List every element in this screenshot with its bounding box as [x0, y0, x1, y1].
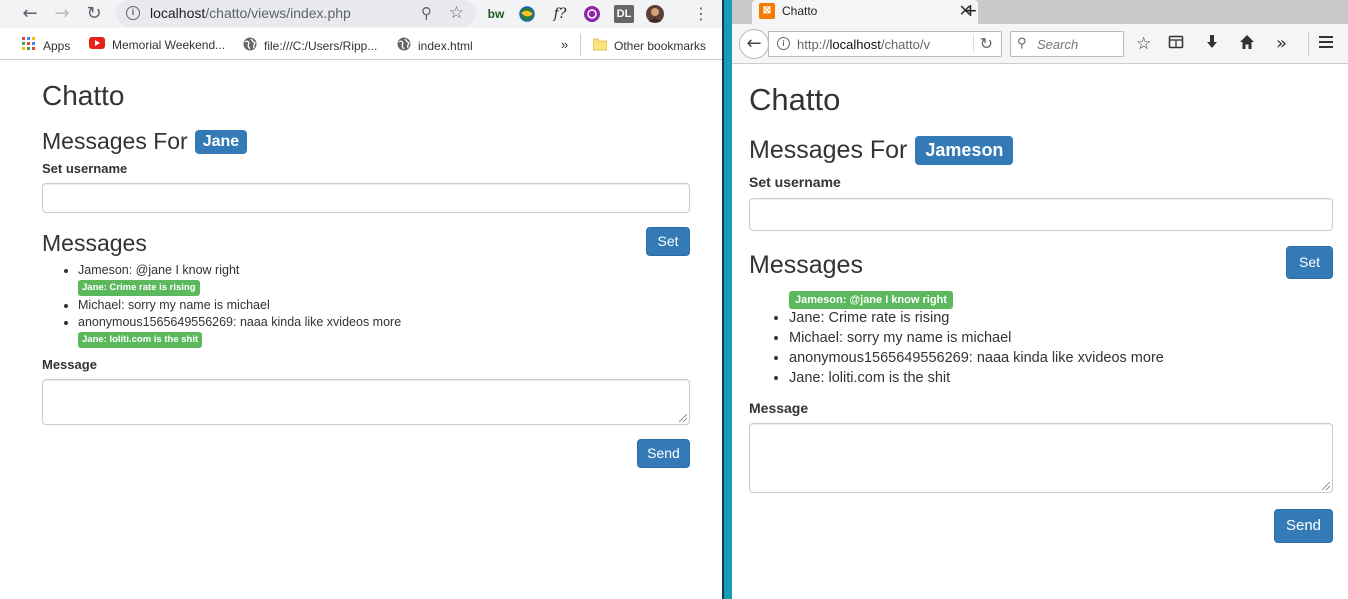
bookmark-other-bookmarks[interactable]: Other bookmarks — [592, 37, 707, 54]
messages-for-heading: Messages For Jameson — [749, 136, 1014, 165]
send-button[interactable]: Send — [637, 439, 690, 468]
list-item: Michael: sorry my name is michael — [78, 297, 678, 314]
url-text[interactable]: http://localhost/chatto/v — [797, 37, 943, 52]
reading-list-icon[interactable] — [1168, 34, 1184, 55]
list-item: Jane: Crime rate is rising — [789, 308, 1329, 328]
set-button[interactable]: Set — [646, 227, 690, 256]
resize-handle-icon[interactable] — [1322, 482, 1330, 490]
menu-kebab-icon[interactable]: ⋮ — [689, 2, 713, 26]
set-username-label: Set username — [42, 161, 128, 176]
search-icon: ⚲ — [1017, 36, 1027, 51]
bookmark-star-icon[interactable]: ☆ — [1136, 34, 1151, 54]
forward-arrow-icon[interactable]: → — [50, 2, 74, 26]
username-input[interactable] — [749, 198, 1333, 231]
messages-for-heading: Messages For Jane — [42, 128, 248, 155]
extension-bw-icon[interactable]: bw — [486, 5, 506, 23]
toolbar-divider — [1308, 32, 1309, 56]
username-badge: Jane — [194, 129, 248, 154]
url-text[interactable]: localhost/chatto/views/index.php — [150, 5, 351, 21]
bookmark-star-icon[interactable]: ☆ — [449, 3, 464, 23]
extension-font-icon[interactable]: f? — [551, 5, 569, 23]
back-arrow-icon[interactable]: ← — [18, 2, 42, 26]
messages-for-text: Messages For — [749, 136, 908, 164]
set-button[interactable]: Set — [1286, 246, 1333, 279]
username-badge: Jameson — [915, 136, 1014, 165]
list-item-highlight: Jane: Crime rate is rising — [78, 279, 678, 297]
page-title: Chatto — [749, 82, 841, 117]
hamburger-menu-icon[interactable] — [1318, 34, 1334, 55]
extension-globe-icon[interactable] — [518, 5, 536, 23]
back-arrow-icon[interactable]: ← — [739, 29, 769, 59]
info-icon[interactable]: i — [777, 37, 790, 50]
search-box[interactable]: ⚲ Search — [1010, 31, 1124, 57]
address-bar[interactable]: i localhost/chatto/views/index.php ⚲ ☆ — [116, 0, 476, 27]
messages-for-text: Messages For — [42, 128, 188, 154]
globe-icon — [243, 37, 257, 54]
list-item-highlight: Jane: loliti.com is the shit — [78, 331, 678, 349]
send-button[interactable]: Send — [1274, 509, 1333, 543]
list-item: anonymous1565649556269: naaa kinda like … — [789, 348, 1329, 368]
bookmarks-bar: Apps Memorial Weekend... file:///C:/User… — [0, 30, 722, 60]
list-item: Jameson: @jane I know right — [78, 262, 678, 279]
youtube-icon — [89, 37, 105, 52]
list-item: Jane: loliti.com is the shit — [789, 368, 1329, 388]
message-label: Jane: Crime rate is rising — [78, 280, 200, 296]
set-username-label: Set username — [749, 174, 841, 190]
username-input[interactable] — [42, 183, 690, 213]
bookmark-index-html[interactable]: index.html — [397, 37, 473, 54]
reload-icon[interactable]: ↻ — [82, 2, 106, 26]
zoom-icon[interactable]: ⚲ — [421, 4, 432, 22]
messages-heading: Messages — [42, 230, 147, 256]
message-label-heading: Message — [42, 357, 97, 372]
message-label-heading: Message — [749, 400, 809, 416]
home-icon[interactable] — [1239, 34, 1255, 55]
tab-bar: ⊠ Chatto ✕ + — [732, 0, 1348, 24]
info-icon[interactable]: i — [126, 6, 140, 20]
bookmark-file[interactable]: file:///C:/Users/Ripp... — [243, 37, 377, 54]
xampp-favicon-icon: ⊠ — [759, 3, 775, 19]
chrome-window: ← → ↻ i localhost/chatto/views/index.php… — [0, 0, 724, 599]
chrome-toolbar: ← → ↻ i localhost/chatto/views/index.php… — [0, 0, 722, 28]
list-item: Michael: sorry my name is michael — [789, 328, 1329, 348]
new-tab-plus-icon[interactable]: + — [964, 0, 977, 22]
overflow-chevron-icon[interactable]: » — [1276, 34, 1287, 54]
globe-icon — [397, 37, 411, 54]
firefox-window: ⊠ Chatto ✕ + i http://localhost/chatto/v… — [730, 0, 1348, 599]
bookmark-label: file:///C:/Users/Ripp... — [264, 38, 378, 53]
bookmark-label: Apps — [43, 38, 71, 53]
reload-icon[interactable]: ↻ — [972, 34, 993, 53]
message-list: Jane: Crime rate is rising Michael: sorr… — [789, 308, 1329, 388]
bookmark-label: index.html — [418, 38, 473, 53]
download-icon[interactable] — [1204, 34, 1220, 55]
address-bar[interactable]: i http://localhost/chatto/v ↻ — [768, 31, 1002, 57]
bookmark-memorial-weekend[interactable]: Memorial Weekend... — [89, 37, 225, 52]
message-label: Jameson: @jane I know right — [789, 291, 953, 309]
message-textarea[interactable] — [42, 379, 690, 425]
profile-avatar[interactable] — [646, 5, 664, 23]
page-title: Chatto — [42, 80, 125, 111]
bookmarks-overflow-button[interactable]: » — [561, 37, 568, 52]
tab-title: Chatto — [782, 4, 818, 18]
bookmark-label: Other bookmarks — [614, 38, 707, 53]
bookmark-label: Memorial Weekend... — [112, 37, 226, 52]
extension-purple-icon[interactable] — [583, 5, 601, 23]
extension-dl-icon[interactable]: DL — [614, 5, 634, 23]
folder-icon — [592, 37, 608, 54]
apps-grid-icon — [22, 37, 36, 54]
search-placeholder: Search — [1037, 37, 1079, 52]
resize-handle-icon[interactable] — [679, 414, 687, 422]
messages-heading: Messages — [749, 251, 863, 279]
tab-chatto[interactable]: ⊠ Chatto ✕ — [752, 0, 978, 24]
message-list: Jameson: @jane I know right Jane: Crime … — [78, 262, 678, 349]
message-textarea[interactable] — [749, 423, 1333, 493]
bookmark-apps[interactable]: Apps — [22, 37, 70, 54]
message-label: Jane: loliti.com is the shit — [78, 332, 203, 348]
list-item: anonymous1565649556269: naaa kinda like … — [78, 314, 678, 331]
bookmarks-divider — [580, 34, 581, 56]
firefox-toolbar: i http://localhost/chatto/v ↻ ← ⚲ Search… — [732, 24, 1348, 64]
